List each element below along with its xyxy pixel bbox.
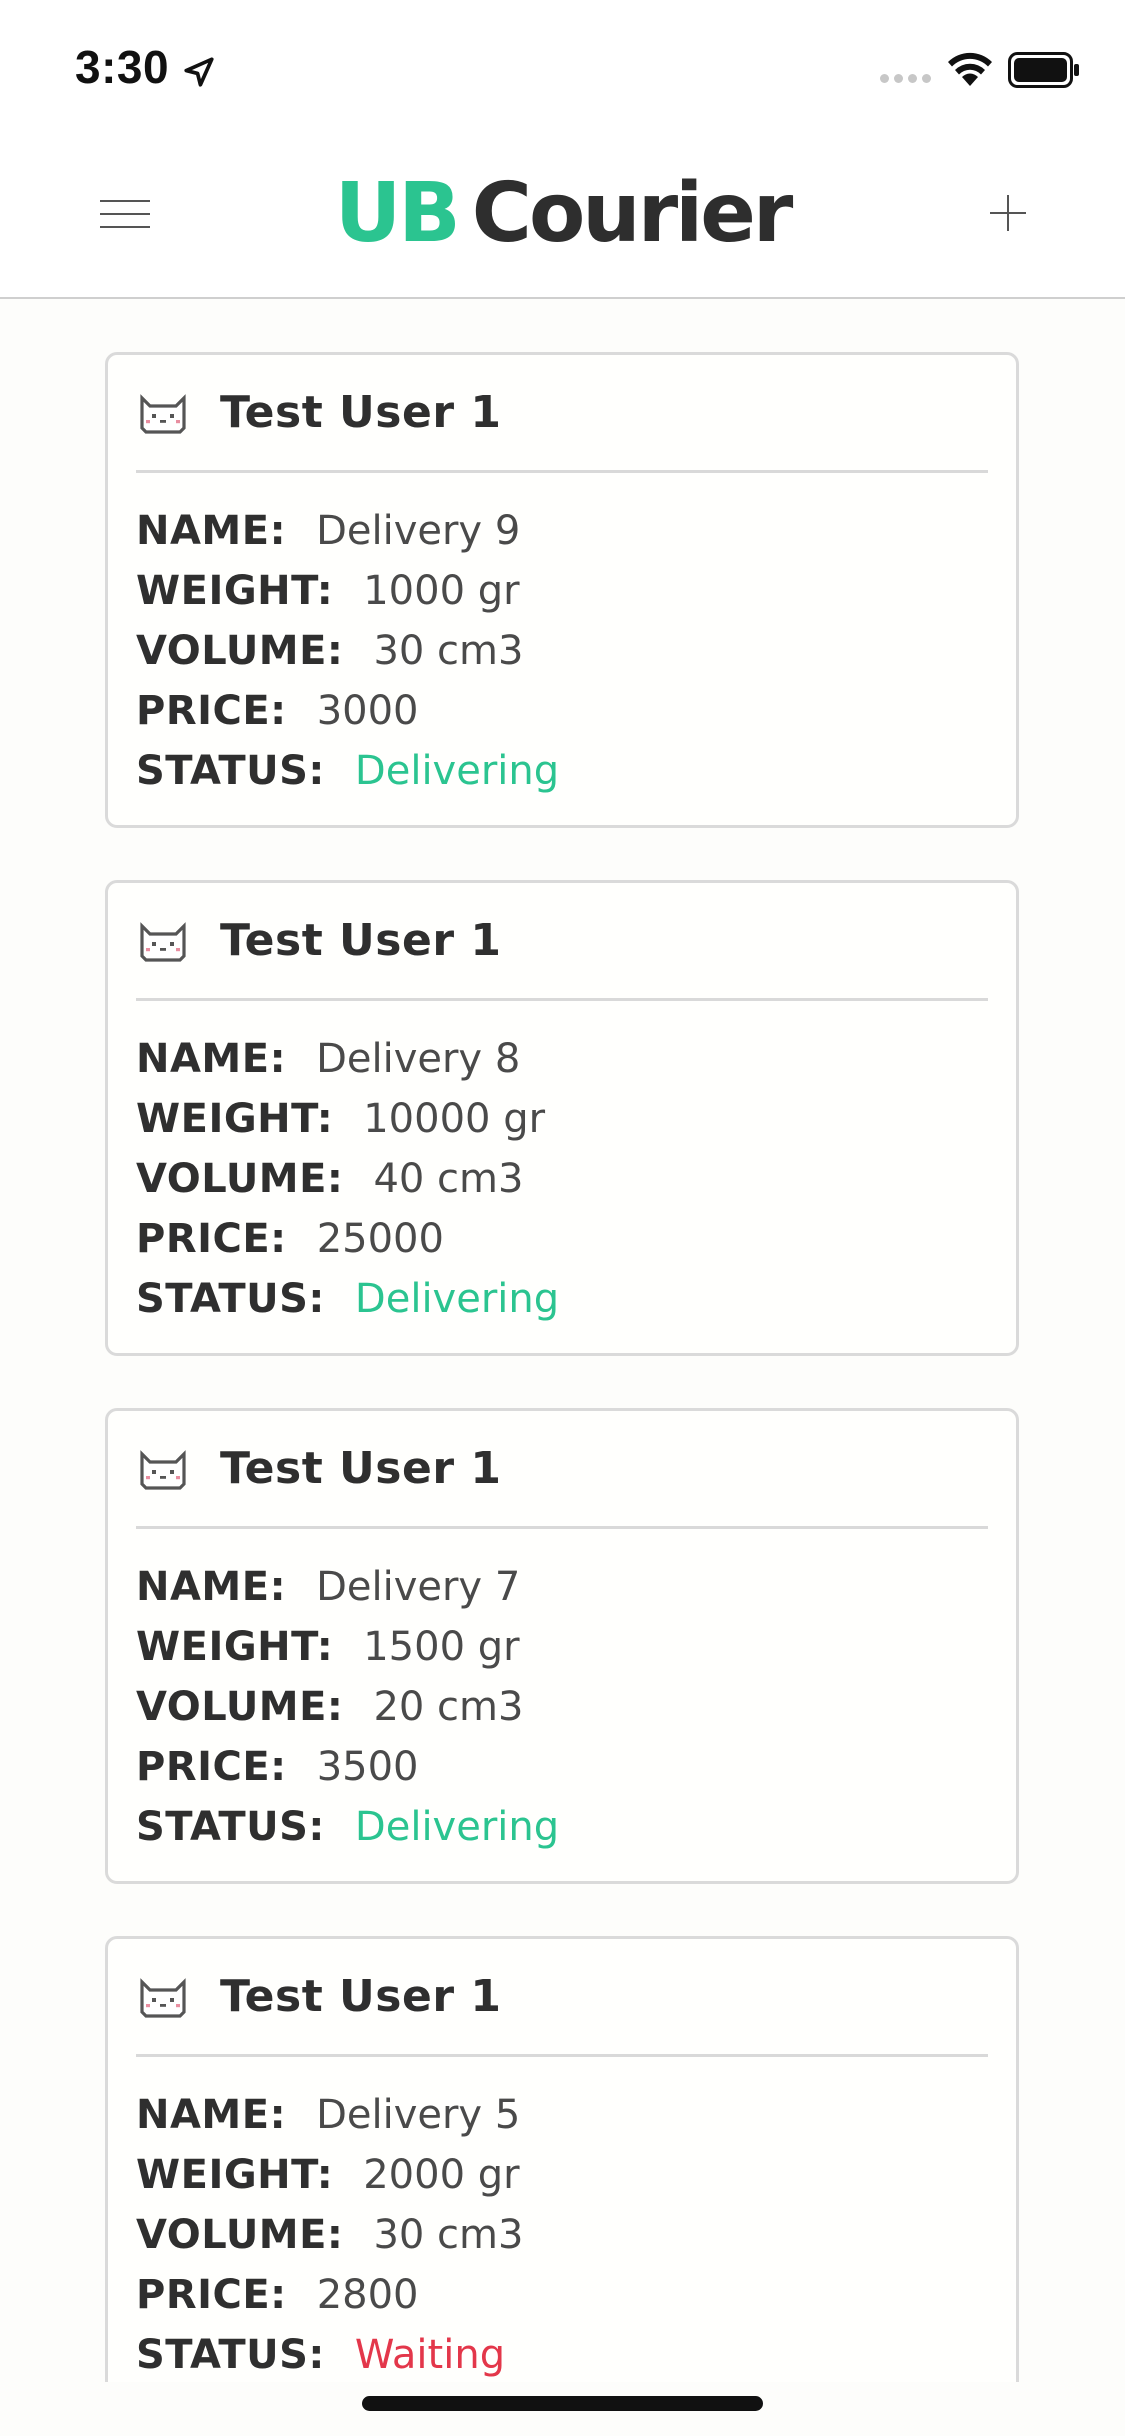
delivery-volume: 20 cm3	[373, 1684, 524, 1730]
label-weight: WEIGHT:	[136, 568, 334, 614]
label-volume: VOLUME:	[136, 1684, 344, 1730]
delivery-card[interactable]: Test User 1 NAME: Delivery 7 WEIGHT: 1500 …	[105, 1408, 1019, 1884]
card-header: Test User 1	[136, 1939, 988, 2057]
card-header: Test User 1	[136, 1411, 988, 1529]
row-price: PRICE: 3000	[136, 681, 988, 741]
user-name: Test User 1	[220, 1443, 502, 1494]
row-price: PRICE: 3500	[136, 1737, 988, 1797]
label-name: NAME:	[136, 2092, 287, 2138]
row-status: STATUS: Waiting	[136, 2325, 988, 2382]
delivery-weight: 2000 gr	[363, 2152, 520, 2198]
location-arrow-icon	[184, 57, 214, 87]
user-name: Test User 1	[220, 387, 502, 438]
row-volume: VOLUME: 20 cm3	[136, 1677, 988, 1737]
delivery-weight: 1000 gr	[363, 568, 520, 614]
brand-courier: Courier	[471, 166, 793, 261]
user-name: Test User 1	[220, 915, 502, 966]
delivery-price: 3000	[316, 688, 419, 734]
delivery-weight: 10000 gr	[363, 1096, 546, 1142]
label-price: PRICE:	[136, 1744, 287, 1790]
delivery-name: Delivery 7	[316, 1564, 521, 1610]
status-time: 3:30	[75, 41, 170, 93]
label-status: STATUS:	[136, 1276, 325, 1322]
row-weight: WEIGHT: 1000 gr	[136, 561, 988, 621]
row-price: PRICE: 25000	[136, 1209, 988, 1269]
row-status: STATUS: Delivering	[136, 1269, 988, 1329]
row-weight: WEIGHT: 1500 gr	[136, 1617, 988, 1677]
status-bar: 3:30	[0, 0, 1125, 135]
row-weight: WEIGHT: 10000 gr	[136, 1089, 988, 1149]
user-name: Test User 1	[220, 1971, 502, 2022]
battery-icon	[1008, 52, 1079, 88]
delivery-price: 2800	[316, 2272, 419, 2318]
delivery-status: Delivering	[354, 1804, 560, 1850]
row-price: PRICE: 2800	[136, 2265, 988, 2325]
pixel-cat-icon	[140, 1977, 186, 2018]
label-name: NAME:	[136, 1036, 287, 1082]
label-weight: WEIGHT:	[136, 1096, 334, 1142]
delivery-card[interactable]: Test User 1 NAME: Delivery 8 WEIGHT: 10000…	[105, 880, 1019, 1356]
label-price: PRICE:	[136, 1216, 287, 1262]
row-name: NAME: Delivery 8	[136, 1029, 988, 1089]
label-weight: WEIGHT:	[136, 1624, 334, 1670]
row-name: NAME: Delivery 5	[136, 2085, 988, 2145]
card-header: Test User 1	[136, 355, 988, 473]
label-weight: WEIGHT:	[136, 2152, 334, 2198]
label-price: PRICE:	[136, 2272, 287, 2318]
delivery-card[interactable]: Test User 1 NAME: Delivery 9 WEIGHT: 1000 …	[105, 352, 1019, 828]
row-volume: VOLUME: 30 cm3	[136, 2205, 988, 2265]
add-icon[interactable]	[988, 193, 1028, 233]
home-indicator[interactable]	[362, 2396, 763, 2411]
delivery-price: 3500	[316, 1744, 419, 1790]
row-status: STATUS: Delivering	[136, 1797, 988, 1857]
app-logo: UB Courier	[0, 173, 1125, 255]
delivery-weight: 1500 gr	[363, 1624, 520, 1670]
label-name: NAME:	[136, 1564, 287, 1610]
brand-ub: UB	[334, 166, 461, 261]
label-volume: VOLUME:	[136, 2212, 344, 2258]
pixel-cat-icon	[140, 393, 186, 434]
row-weight: WEIGHT: 2000 gr	[136, 2145, 988, 2205]
delivery-name: Delivery 5	[316, 2092, 521, 2138]
delivery-list[interactable]: Test User 1 NAME: Delivery 9 WEIGHT: 1000 …	[105, 352, 1019, 2382]
delivery-volume: 40 cm3	[373, 1156, 524, 1202]
label-status: STATUS:	[136, 748, 325, 794]
row-name: NAME: Delivery 9	[136, 501, 988, 561]
cellular-signal-icon	[880, 74, 931, 83]
row-volume: VOLUME: 30 cm3	[136, 621, 988, 681]
delivery-volume: 30 cm3	[373, 628, 524, 674]
delivery-volume: 30 cm3	[373, 2212, 524, 2258]
navigation-bar: UB Courier	[0, 135, 1125, 299]
row-name: NAME: Delivery 7	[136, 1557, 988, 1617]
label-status: STATUS:	[136, 1804, 325, 1850]
pixel-cat-icon	[140, 1449, 186, 1490]
delivery-card[interactable]: Test User 1 NAME: Delivery 5 WEIGHT: 2000 …	[105, 1936, 1019, 2382]
label-status: STATUS:	[136, 2332, 325, 2378]
wifi-icon	[948, 52, 992, 86]
label-price: PRICE:	[136, 688, 287, 734]
label-name: NAME:	[136, 508, 287, 554]
row-status: STATUS: Delivering	[136, 741, 988, 801]
delivery-name: Delivery 9	[316, 508, 521, 554]
delivery-status: Delivering	[354, 1276, 560, 1322]
label-volume: VOLUME:	[136, 1156, 344, 1202]
card-header: Test User 1	[136, 883, 988, 1001]
delivery-status: Waiting	[354, 2332, 506, 2378]
delivery-status: Delivering	[354, 748, 560, 794]
row-volume: VOLUME: 40 cm3	[136, 1149, 988, 1209]
label-volume: VOLUME:	[136, 628, 344, 674]
delivery-name: Delivery 8	[316, 1036, 521, 1082]
pixel-cat-icon	[140, 921, 186, 962]
delivery-price: 25000	[316, 1216, 444, 1262]
